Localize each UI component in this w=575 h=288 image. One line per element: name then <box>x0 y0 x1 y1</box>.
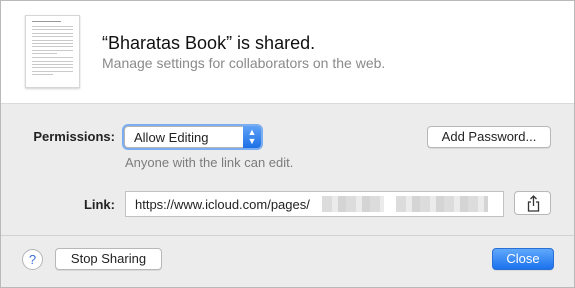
dialog-subtitle: Manage settings for collaborators on the… <box>102 55 386 71</box>
link-field[interactable]: https://www.icloud.com/pages/ <box>125 191 504 217</box>
add-password-button[interactable]: Add Password... <box>427 126 551 148</box>
link-label: Link: <box>83 197 115 212</box>
permissions-selected-value: Allow Editing <box>134 130 209 145</box>
up-down-chevron-icon: ▲ ▼ <box>243 126 261 148</box>
permissions-hint: Anyone with the link can edit. <box>125 155 294 170</box>
share-dialog: “Bharatas Book” is shared. Manage settin… <box>0 0 575 288</box>
close-button[interactable]: Close <box>492 248 554 270</box>
share-button[interactable] <box>514 191 551 215</box>
dialog-header: “Bharatas Book” is shared. Manage settin… <box>1 1 574 104</box>
redacted-blur <box>396 196 488 212</box>
dialog-title: “Bharatas Book” is shared. <box>102 33 316 53</box>
link-value: https://www.icloud.com/pages/ <box>135 197 310 212</box>
permissions-popup[interactable]: Allow Editing ▲ ▼ <box>124 126 261 148</box>
permissions-label: Permissions: <box>33 129 115 144</box>
redacted-blur <box>322 196 384 212</box>
share-icon <box>527 195 540 212</box>
stop-sharing-button[interactable]: Stop Sharing <box>55 248 162 270</box>
footer-divider <box>1 235 574 236</box>
document-thumbnail-icon <box>25 15 80 88</box>
help-button[interactable]: ? <box>22 249 43 270</box>
